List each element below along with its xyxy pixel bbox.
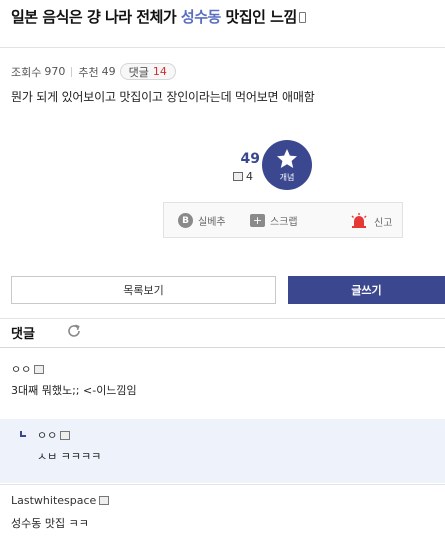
comment-author[interactable]: Lastwhitespace: [11, 494, 110, 507]
title-text-1: 일본 음식은 걍 나라 전체가: [11, 8, 181, 26]
comment-author-name: ㅇㅇ: [11, 363, 32, 376]
write-button[interactable]: 글쓰기: [288, 276, 445, 304]
comment-count-button[interactable]: 댓글 14: [119, 63, 176, 80]
recommend-button[interactable]: 개념: [262, 140, 312, 190]
post-meta: 조회수 970 추천 49 댓글 14: [11, 63, 176, 80]
title-highlight: 성수동: [180, 8, 221, 26]
comment-item: Lastwhitespace 성수동 맛집 ㅋㅋ: [0, 484, 445, 546]
recommend-count: 49: [101, 65, 116, 78]
siren-icon: [351, 213, 367, 228]
comments-header: 댓글: [11, 327, 35, 342]
comment-author-name: Lastwhitespace: [11, 494, 97, 507]
star-icon: [277, 149, 297, 168]
fixed-recommend: 4: [233, 170, 253, 183]
recommend-total: 49: [240, 151, 260, 167]
best-label: 실베추: [198, 217, 226, 228]
report-button[interactable]: 신고: [350, 213, 392, 229]
mobile-icon: [298, 12, 306, 23]
comment-reply: ㅇㅇ ㅅㅂ ㅋㅋㅋㅋ: [0, 419, 445, 483]
recommend-button-label: 개념: [279, 173, 295, 182]
comment-count: 14: [152, 65, 167, 78]
comment-author[interactable]: ㅇㅇ: [37, 427, 71, 443]
scrap-label: 스크랩: [270, 217, 298, 228]
comment-author-name: ㅇㅇ: [37, 429, 58, 442]
comment-count-label: 댓글: [128, 65, 149, 79]
best-icon: B: [178, 213, 193, 228]
mobile-icon: [60, 430, 71, 440]
divider: [0, 318, 445, 319]
comment-author[interactable]: ㅇㅇ: [11, 361, 45, 377]
recommend-label: 추천: [78, 65, 99, 79]
meta-separator: [71, 66, 73, 77]
reply-arrow-icon: [20, 431, 26, 437]
views-count: 970: [44, 65, 66, 78]
comment-item: ㅇㅇ 3대째 뭐했노;; <-이느낌임: [0, 348, 445, 418]
scrap-plus-icon: +: [250, 214, 265, 227]
report-label: 신고: [374, 217, 393, 229]
views-label: 조회수: [11, 65, 42, 79]
comment-text: 3대째 뭐했노;; <-이느낌임: [11, 384, 137, 397]
fixed-recommend-count: 4: [246, 170, 253, 183]
mobile-recommend-icon: [233, 172, 243, 181]
best-button[interactable]: B 실베추: [178, 213, 226, 228]
refresh-icon[interactable]: [66, 323, 82, 339]
list-button[interactable]: 목록보기: [11, 276, 276, 304]
title-text-2: 맛집인 느낌: [220, 8, 298, 26]
comment-text: 성수동 맛집 ㅋㅋ: [11, 517, 89, 530]
comment-text: ㅅㅂ ㅋㅋㅋㅋ: [37, 450, 102, 463]
scrap-button[interactable]: + 스크랩: [250, 213, 298, 228]
divider: [0, 47, 445, 48]
mobile-icon: [99, 496, 110, 505]
action-bar: B 실베추 + 스크랩 신고: [163, 202, 403, 238]
post-body: 뭔가 되게 있어보이고 맛집이고 장인이라는데 먹어보면 애매함: [11, 90, 315, 104]
post-title: 일본 음식은 걍 나라 전체가 성수동 맛집인 느낌: [11, 6, 306, 27]
mobile-icon: [34, 364, 45, 374]
